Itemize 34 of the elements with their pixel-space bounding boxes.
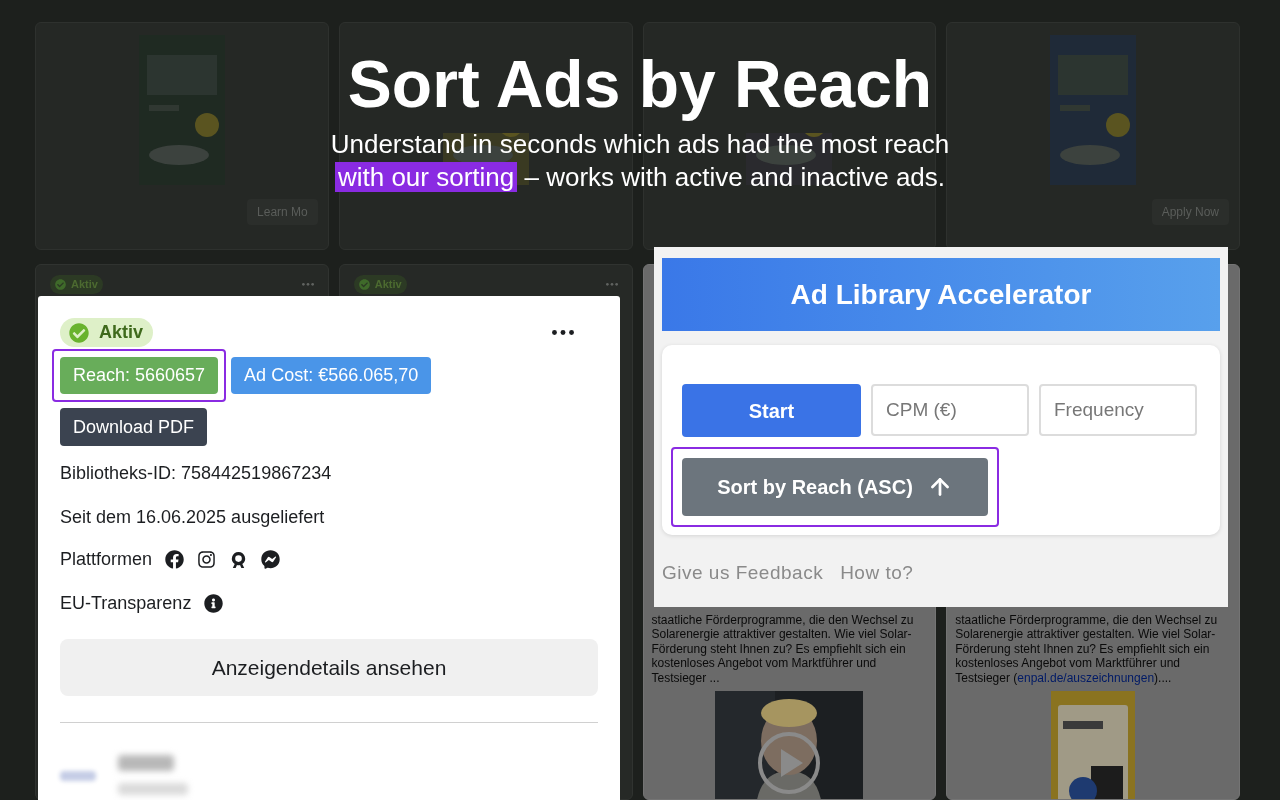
footer-link[interactable]: Give us Feedback [662,559,824,588]
info-icon[interactable] [204,594,224,613]
more-icon [605,282,618,286]
start-button[interactable]: Start [682,384,861,437]
sort-button[interactable]: Sort by Reach (ASC) [682,458,988,516]
subtitle: Understand in seconds which ads had the most reach with our sorting – works with active and inactive ads. [330,128,950,194]
facebook-icon [165,550,185,569]
check-icon [55,278,66,290]
more-icon[interactable] [552,330,574,335]
download-pdf-button[interactable]: Download PDF [60,408,208,446]
reach-button[interactable]: Reach: 5660657 [60,357,219,394]
footer-link[interactable]: How to? [840,559,914,588]
messenger-icon [261,550,281,569]
blurred-subtitle [118,783,188,795]
ad-details-button[interactable]: Anzeigendetails ansehen [60,639,598,696]
eu-transparency-label: EU-Transparenz [60,592,192,615]
delivery-date: Seit dem 16.06.2025 ausgeliefert [60,506,326,529]
status-badge: Aktiv [60,318,153,347]
blurred-name [118,755,174,771]
ad-link[interactable]: enpal.de/auszeichnungen [1017,670,1155,685]
more-icon [301,282,314,286]
check-icon [69,322,89,343]
headline: Sort Ads by Reach [347,46,933,122]
check-icon [358,278,370,290]
ad-cost-button[interactable]: Ad Cost: €566.065,70 [231,357,432,394]
instagram-icon [197,550,217,569]
cpm-field[interactable]: CPM (€) [871,384,1029,436]
platforms-label: Plattformen [60,548,153,571]
blurred-logo [60,771,96,781]
panel-title: Ad Library Accelerator [790,277,1092,312]
frequency-field[interactable]: Frequency [1039,384,1197,436]
ad-text: staatliche Förderprogramme, die den Wechsel zu Solarenergie attraktiver gestalten. Wie viel Solar-Förderung steht Ihnen zu? Es empfiehlt sich ein kostenloses Angebot vom Marktführer und Testsieger ... [650,612,915,685]
ad-text: staatliche Förderprogramme, die den Wechsel zu Solarenergie attraktiver gestalten. Wie viel Solar-Förderung steht Ihnen zu? Es empfiehlt sich ein kostenloses Angebot vom Marktführer und Testsieger (enpal.de/auszeichnungen).... [954,612,1219,685]
library-id: Bibliotheks-ID: 758442519867234 [60,462,333,485]
